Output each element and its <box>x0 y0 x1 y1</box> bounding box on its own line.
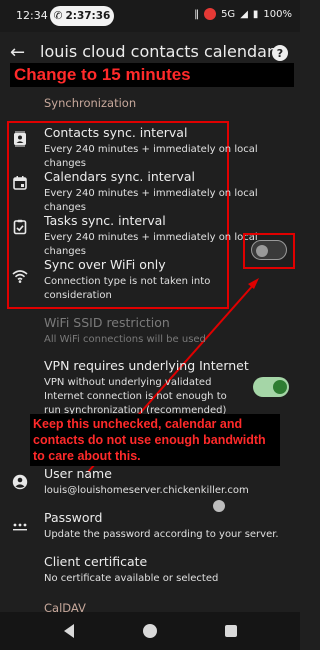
wifi-only-switch[interactable] <box>251 240 287 260</box>
battery-level: 100% <box>263 8 292 20</box>
help-icon[interactable]: ? <box>272 45 288 61</box>
status-icons: ‖ 5G ◢ ▮ 100% <box>194 8 292 20</box>
pref-ssid-summary: All WiFi connections will be used <box>44 334 206 345</box>
nav-back-icon[interactable] <box>64 624 74 638</box>
annotation-note: Keep this unchecked, calendar and contac… <box>30 414 280 466</box>
status-bar: 12:34 ✆ 2:37:36 ‖ 5G ◢ ▮ 100% <box>0 0 300 32</box>
account-icon <box>12 474 28 490</box>
pref-vpn-title: VPN requires underlying Internet <box>44 358 249 373</box>
ongoing-call-chip[interactable]: ✆ 2:37:36 <box>50 6 114 26</box>
pref-password-summary: Update the password according to your se… <box>44 529 279 540</box>
pref-contacts-title: Contacts sync. interval <box>44 125 188 140</box>
battery-icon: ▮ <box>252 8 259 20</box>
system-nav-bar <box>0 612 300 650</box>
pref-cert-title: Client certificate <box>44 554 148 569</box>
pref-calendars-title: Calendars sync. interval <box>44 169 196 184</box>
vibrate-icon: ‖ <box>194 8 200 20</box>
pref-contacts-summary: Every 240 minutes + immediately on local… <box>44 144 258 169</box>
touch-indicator <box>213 500 225 512</box>
phone-icon: ✆ <box>53 10 63 22</box>
status-time: 12:34 <box>16 9 48 22</box>
pref-wifi-only-title: Sync over WiFi only <box>44 257 166 272</box>
password-dots-icon <box>13 523 27 531</box>
pref-username-title: User name <box>44 466 112 481</box>
annotation-banner: Change to 15 minutes <box>10 63 294 87</box>
signal-icon: ◢ <box>240 8 248 20</box>
vpn-switch-thumb <box>273 380 287 394</box>
pref-wifi-only-summary: Connection type is not taken into consid… <box>44 276 211 301</box>
calendar-icon <box>13 176 27 190</box>
call-timer: 2:37:36 <box>65 10 111 22</box>
pref-vpn-summary: VPN without underlying validated Interne… <box>44 377 227 416</box>
nav-recents-icon[interactable] <box>225 625 237 637</box>
pref-tasks-title: Tasks sync. interval <box>44 213 166 228</box>
pref-username-value: louis@louishomeserver.chickenkiller.com <box>44 485 249 496</box>
section-title-synchronization: Synchronization <box>44 96 137 110</box>
task-checklist-icon <box>13 219 27 235</box>
recording-icon <box>204 8 217 20</box>
nav-home-icon[interactable] <box>143 624 157 638</box>
vpn-switch[interactable] <box>253 377 289 397</box>
pref-cert-summary: No certificate available or selected <box>44 573 219 584</box>
pref-ssid-title: WiFi SSID restriction <box>44 315 170 330</box>
wifi-only-switch-thumb <box>256 244 268 257</box>
pref-password-title: Password <box>44 510 103 525</box>
network-type: 5G <box>221 8 236 20</box>
back-arrow-icon[interactable]: ← <box>10 42 25 63</box>
contacts-icon <box>14 131 26 147</box>
pref-calendars-summary: Every 240 minutes + immediately on local… <box>44 188 258 213</box>
wifi-icon <box>12 270 28 283</box>
page-title: louis cloud contacts calendar <box>40 42 274 61</box>
